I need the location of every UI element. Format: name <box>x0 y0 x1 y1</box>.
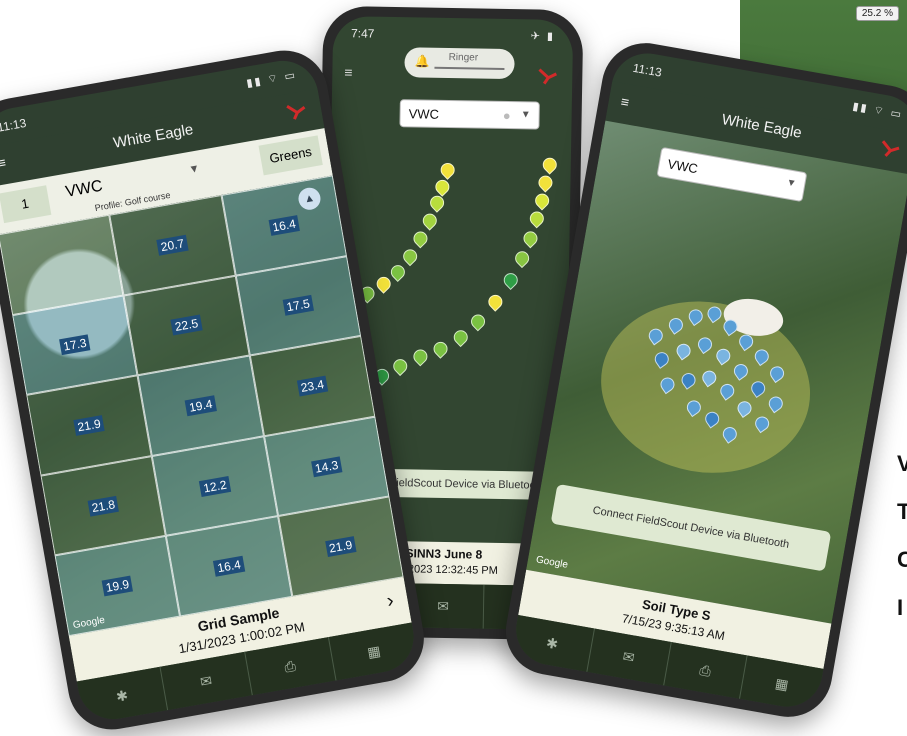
map-pin[interactable] <box>684 397 704 418</box>
map-pin[interactable] <box>657 374 678 395</box>
map-pin[interactable] <box>532 190 553 211</box>
map-pin[interactable] <box>512 248 533 269</box>
map-pin[interactable] <box>526 208 547 229</box>
dropdown-value: VWC <box>408 106 440 122</box>
variable-dropdown[interactable]: VWC ● ▼ <box>399 99 540 130</box>
grid-cell-value: 23.4 <box>296 375 329 397</box>
grid-cell-value: 22.5 <box>170 314 203 336</box>
spectrum-logo-icon <box>283 97 311 125</box>
map-pin[interactable] <box>500 270 521 290</box>
side-letter: I <box>897 595 904 620</box>
spectrum-logo-icon <box>877 135 905 163</box>
grid-cell-value: 12.2 <box>199 475 231 497</box>
map-pin[interactable] <box>539 154 560 175</box>
map-pin[interactable] <box>468 311 488 332</box>
map-pin[interactable] <box>673 341 694 361</box>
map-pin[interactable] <box>387 262 408 283</box>
grid-cell-value: 17.5 <box>282 295 315 317</box>
map-pin[interactable] <box>731 361 751 381</box>
field-number-box[interactable]: 1 <box>0 185 52 224</box>
map-pin[interactable] <box>717 381 738 401</box>
pin-cluster <box>621 286 824 465</box>
map-pin[interactable] <box>695 334 715 355</box>
grid-overlay: 20.7 16.4 17.3 22.5 17.5 21.9 19.4 23.4 … <box>0 175 404 637</box>
map-pin[interactable] <box>766 393 786 414</box>
grid-cell-value: 21.9 <box>324 536 357 558</box>
dropdown-value: VWC <box>666 156 700 177</box>
map-pin[interactable] <box>437 160 458 180</box>
grid-cell-value: 14.3 <box>310 456 343 477</box>
map-pin[interactable] <box>704 303 725 324</box>
status-time: 7:47 <box>350 26 375 41</box>
map-pin[interactable] <box>410 228 431 249</box>
map-pin[interactable] <box>720 316 741 337</box>
map-pin[interactable] <box>430 338 451 359</box>
ringer-pill: 🔔 Ringer <box>404 47 515 80</box>
map-pin[interactable] <box>702 409 722 429</box>
status-time: 11:13 <box>631 60 663 80</box>
map-pin[interactable] <box>485 291 506 312</box>
grid-cell-value: 20.7 <box>156 234 189 256</box>
grid-cell-value: 16.4 <box>213 556 245 577</box>
map-pin[interactable] <box>734 398 755 418</box>
map-pin[interactable] <box>767 363 787 384</box>
map-pin[interactable] <box>699 367 720 388</box>
menu-icon[interactable]: ≡ <box>344 64 352 80</box>
clear-icon[interactable]: ● <box>503 108 511 123</box>
map-pin[interactable] <box>713 345 734 366</box>
map-pin[interactable] <box>752 413 772 434</box>
chevron-down-icon: ▼ <box>785 177 798 190</box>
map-pin[interactable] <box>373 273 394 294</box>
ringer-bar <box>434 66 505 70</box>
dropdown-value: VWC <box>64 177 104 201</box>
map-pin[interactable] <box>535 172 556 193</box>
side-letter: T <box>897 499 907 524</box>
status-icons: ▮▮ ⌔ ▭ <box>851 100 904 122</box>
side-letter: C <box>897 547 907 572</box>
map-pin[interactable] <box>427 192 447 213</box>
grid-cell-value: 19.9 <box>101 575 134 597</box>
map-pin[interactable] <box>432 176 453 197</box>
bell-icon: 🔔 <box>414 54 430 69</box>
map-pin[interactable] <box>419 210 440 231</box>
cropped-side-text: V T C I <box>897 440 907 632</box>
ringer-label: Ringer <box>448 51 479 64</box>
chevron-down-icon: ▼ <box>187 162 201 177</box>
status-time: 11:13 <box>0 115 28 135</box>
map-pin[interactable] <box>520 228 541 249</box>
grid-cell-value: 19.4 <box>184 395 217 417</box>
map-pin[interactable] <box>666 315 686 335</box>
map-pin[interactable] <box>646 325 666 346</box>
map-pin[interactable] <box>450 327 471 348</box>
grid-cell-value: 17.3 <box>59 334 91 356</box>
grid-cell-value: 21.8 <box>87 495 120 517</box>
spectrum-logo-icon <box>536 64 560 88</box>
map-pin[interactable] <box>652 349 672 369</box>
map-pin[interactable] <box>678 370 699 390</box>
vwc-percent-badge: 25.2 % <box>855 6 899 21</box>
map-pin[interactable] <box>720 424 740 444</box>
greens-button[interactable]: Greens <box>258 135 323 176</box>
map-pin[interactable] <box>685 306 706 327</box>
grid-cell-value: 16.4 <box>268 214 300 236</box>
map-pin[interactable] <box>390 356 411 377</box>
map-pin[interactable] <box>752 346 772 367</box>
map-pin[interactable] <box>748 378 768 399</box>
side-letter: V <box>897 451 907 476</box>
status-icons: ▮▮ ⌔ ▭ <box>245 69 298 90</box>
map-pin[interactable] <box>736 331 756 352</box>
grid-cell-value: 21.9 <box>73 414 106 436</box>
chevron-down-icon: ▼ <box>520 109 531 121</box>
status-icons: ✈ ▮ <box>530 30 556 43</box>
map-pin[interactable] <box>410 346 431 367</box>
map-pin[interactable] <box>400 246 421 267</box>
